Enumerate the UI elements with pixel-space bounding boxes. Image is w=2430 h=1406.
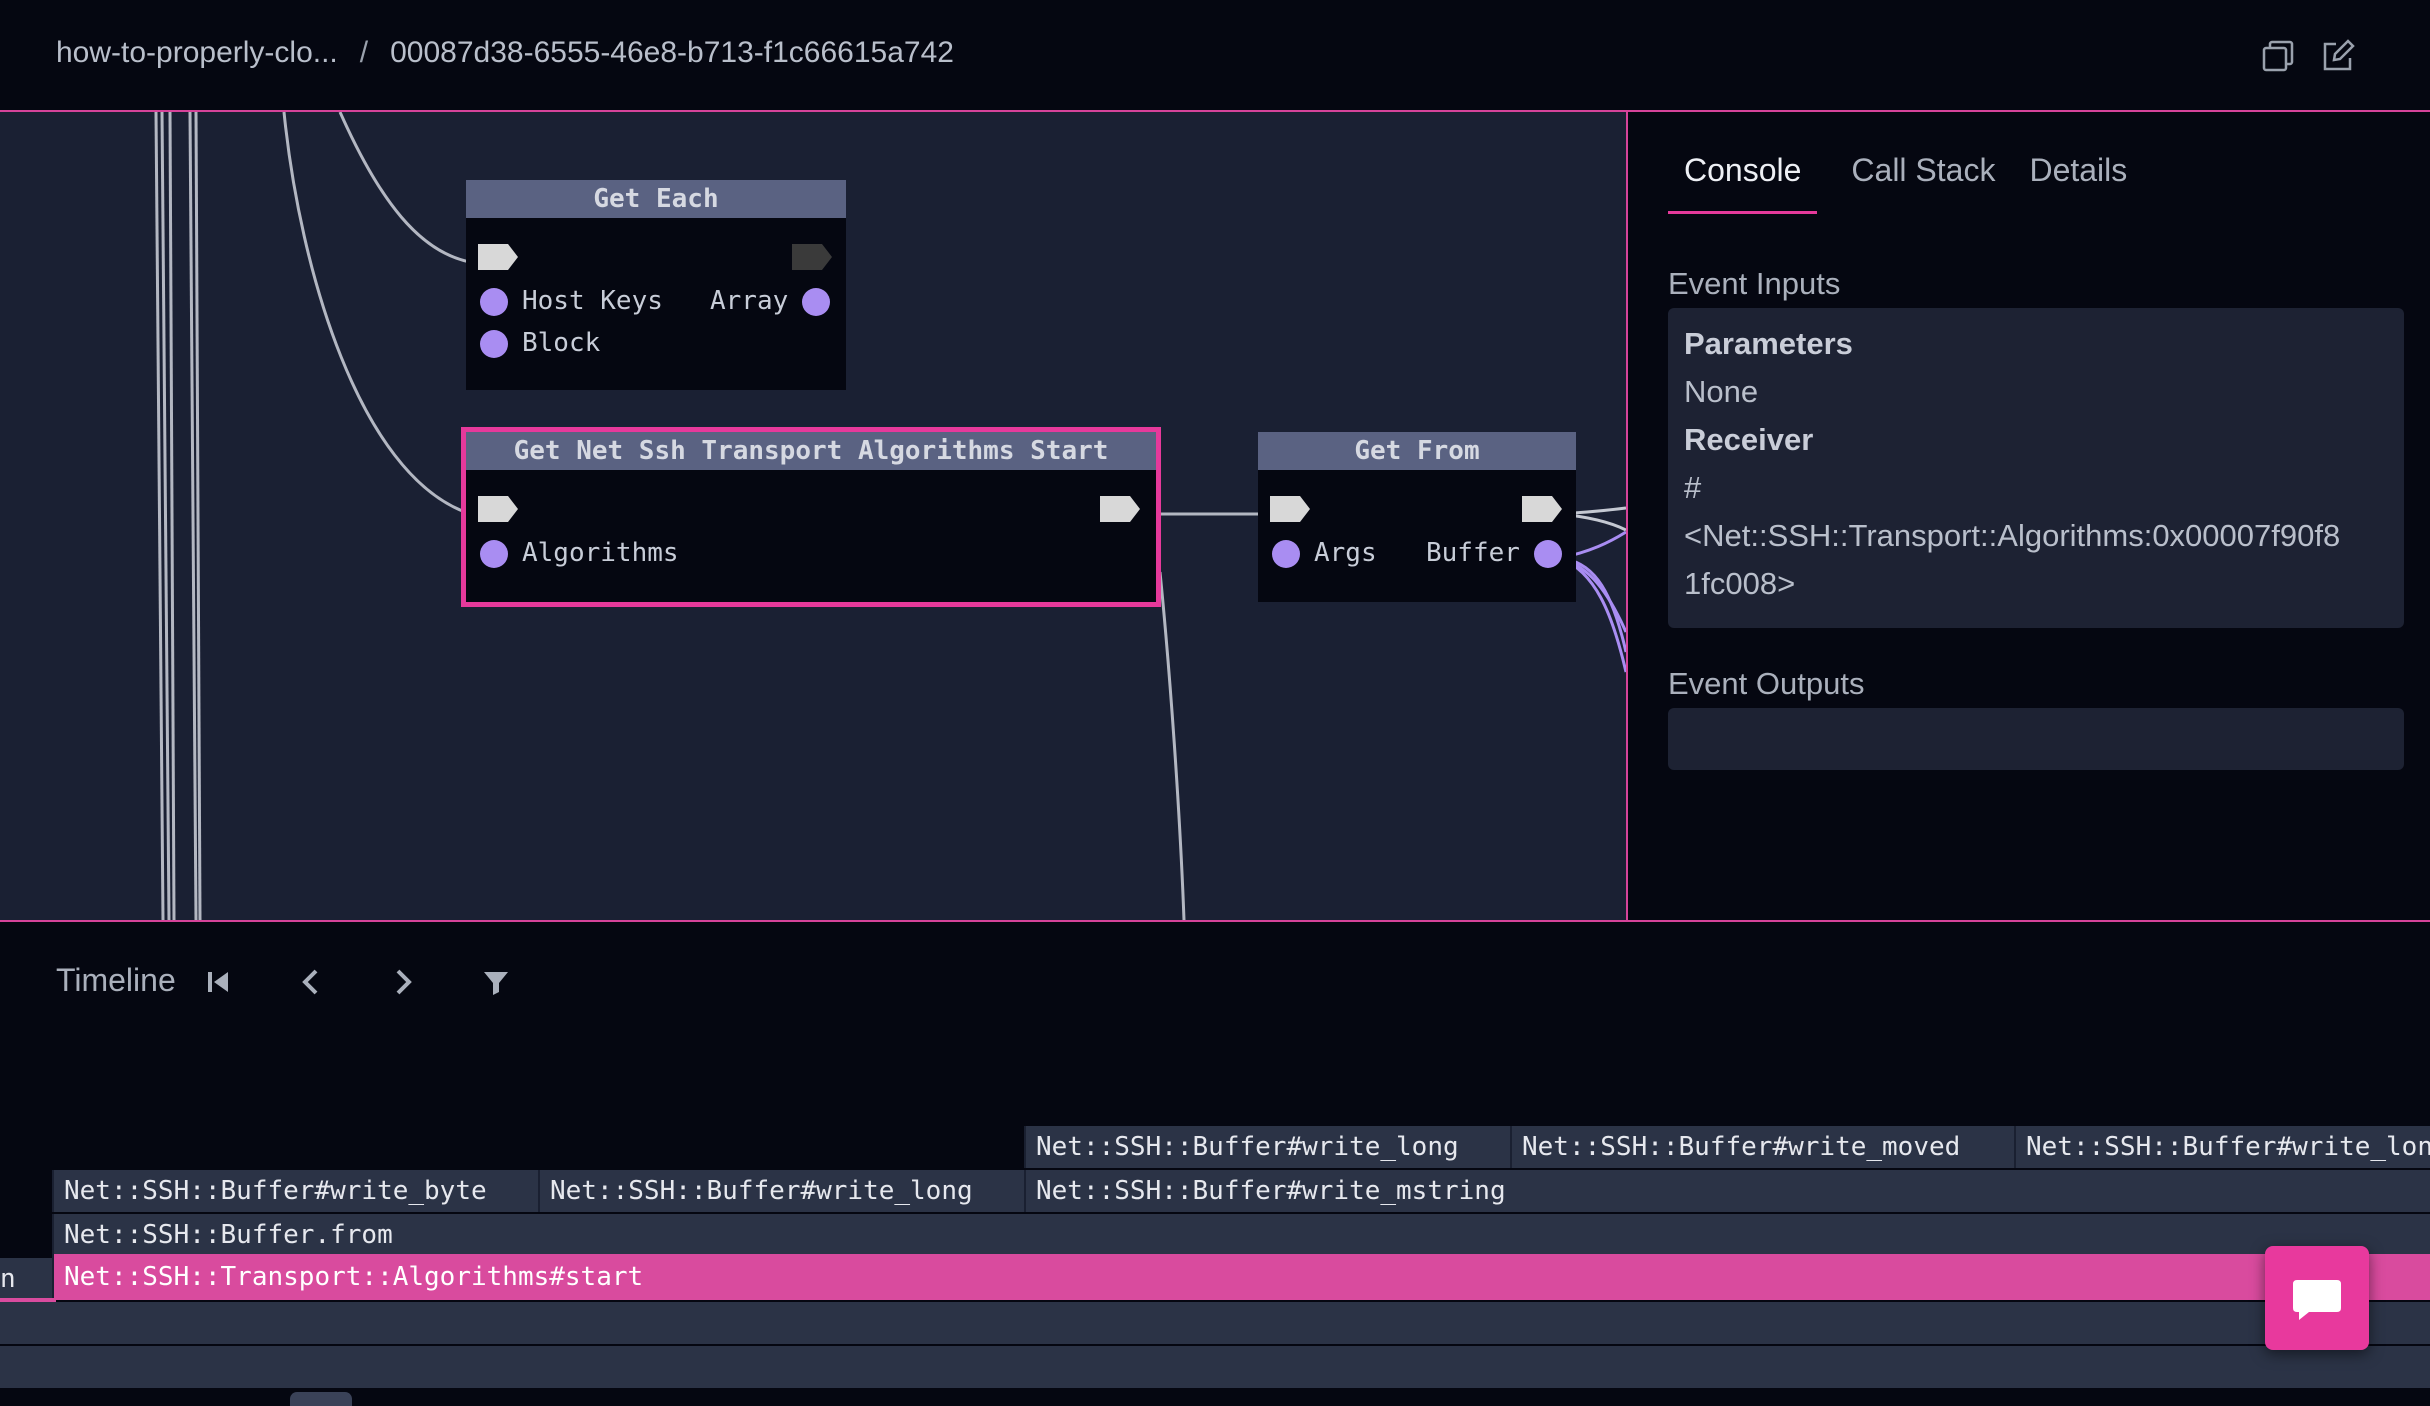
- pin-label: Array: [710, 286, 789, 316]
- details-panel: Console Call Stack Details Event Inputs …: [1626, 112, 2430, 920]
- pin-label: Args: [1314, 538, 1377, 568]
- timeline-event[interactable]: Net::SSH::Buffer#write_byte: [52, 1170, 538, 1212]
- edit-icon[interactable]: [2320, 38, 2356, 74]
- breadcrumb-run-id: 00087d38-6555-46e8-b713-f1c66615a742: [390, 36, 954, 69]
- tab-console[interactable]: Console: [1668, 152, 1818, 214]
- pin-label: Algorithms: [522, 538, 679, 568]
- pin-buffer[interactable]: [1534, 540, 1562, 568]
- timeline-event[interactable]: Net::SSH::Buffer#write_mstring: [1024, 1170, 2430, 1212]
- event-outputs-box: [1668, 708, 2404, 770]
- timeline-event[interactable]: Net::SSH::Buffer.from: [52, 1214, 2430, 1256]
- node-get-net-ssh-transport-algorithms-start[interactable]: Get Net Ssh Transport Algorithms Start A…: [461, 427, 1161, 607]
- node-title: Get Net Ssh Transport Algorithms Start: [466, 432, 1156, 470]
- previous-icon[interactable]: [292, 962, 332, 1002]
- panel-tabs: Console Call Stack Details: [1668, 152, 2127, 214]
- pin-label: Block: [522, 328, 601, 358]
- top-bar: how-to-properly-clo... / 00087d38-6555-4…: [0, 0, 2430, 112]
- breadcrumb-project[interactable]: how-to-properly-clo...: [56, 36, 338, 70]
- receiver-value: <Net::SSH::Transport::Algorithms:0x00007…: [1684, 518, 2341, 553]
- timeline-event[interactable]: Net::SSH::Buffer#write_moved: [1510, 1126, 2014, 1168]
- skip-to-start-icon[interactable]: [198, 962, 238, 1002]
- event-outputs-heading: Event Outputs: [1668, 666, 1865, 701]
- node-title: Get From: [1258, 432, 1576, 470]
- timeline-row-empty: [0, 1346, 2430, 1388]
- node-get-from[interactable]: Get From Args Buffer: [1258, 432, 1576, 602]
- flow-out-icon[interactable]: [792, 244, 832, 270]
- timeline-event[interactable]: Net::SSH::Buffer#write_long: [1024, 1126, 1510, 1168]
- flow-in-icon[interactable]: [478, 496, 518, 522]
- parameters-value: None: [1684, 374, 1759, 409]
- node-get-each[interactable]: Get Each Host Keys Array Block: [466, 180, 846, 390]
- flow-canvas[interactable]: Get Each Host Keys Array Block Get Net S…: [0, 112, 1626, 920]
- filter-icon[interactable]: [476, 962, 516, 1002]
- horizontal-scrollbar[interactable]: [290, 1392, 352, 1406]
- receiver-label: Receiver: [1684, 422, 1814, 457]
- receiver-value: 1fc008>: [1684, 566, 1796, 601]
- pin-host-keys[interactable]: [480, 288, 508, 316]
- node-title: Get Each: [466, 180, 846, 218]
- pin-algorithms[interactable]: [480, 540, 508, 568]
- parameters-label: Parameters: [1684, 326, 1853, 361]
- pin-block[interactable]: [480, 330, 508, 358]
- event-inputs-box: Parameters None Receiver # <Net::SSH::Tr…: [1668, 308, 2404, 628]
- timeline-label: Timeline: [56, 962, 176, 998]
- flow-out-icon[interactable]: [1522, 496, 1562, 522]
- breadcrumb: how-to-properly-clo... / 00087d38-6555-4…: [56, 36, 954, 70]
- copy-icon[interactable]: [2260, 38, 2296, 74]
- receiver-value: #: [1684, 470, 1702, 505]
- timeline-row-empty: [0, 1302, 2430, 1344]
- flow-out-icon[interactable]: [1100, 496, 1140, 522]
- next-icon[interactable]: [382, 962, 422, 1002]
- breadcrumb-separator: /: [359, 36, 369, 69]
- pin-args[interactable]: [1272, 540, 1300, 568]
- timeline-event[interactable]: Net::SSH::Buffer#write_lon: [2014, 1126, 2430, 1168]
- tab-details[interactable]: Details: [2029, 152, 2127, 214]
- pin-label: Buffer: [1426, 538, 1520, 568]
- timeline-event[interactable]: Net::SSH::Buffer#write_long: [538, 1170, 1024, 1212]
- chat-button[interactable]: [2265, 1246, 2369, 1350]
- flow-in-icon[interactable]: [1270, 496, 1310, 522]
- timeline-event[interactable]: n: [0, 1258, 52, 1300]
- tab-call-stack[interactable]: Call Stack: [1851, 152, 1995, 214]
- pin-label: Host Keys: [522, 286, 663, 316]
- flow-in-icon[interactable]: [478, 244, 518, 270]
- event-inputs-heading: Event Inputs: [1668, 266, 1841, 301]
- chat-icon: [2293, 1280, 2341, 1320]
- timeline-event-selected[interactable]: Net::SSH::Transport::Algorithms#start: [52, 1254, 2430, 1300]
- pin-array[interactable]: [802, 288, 830, 316]
